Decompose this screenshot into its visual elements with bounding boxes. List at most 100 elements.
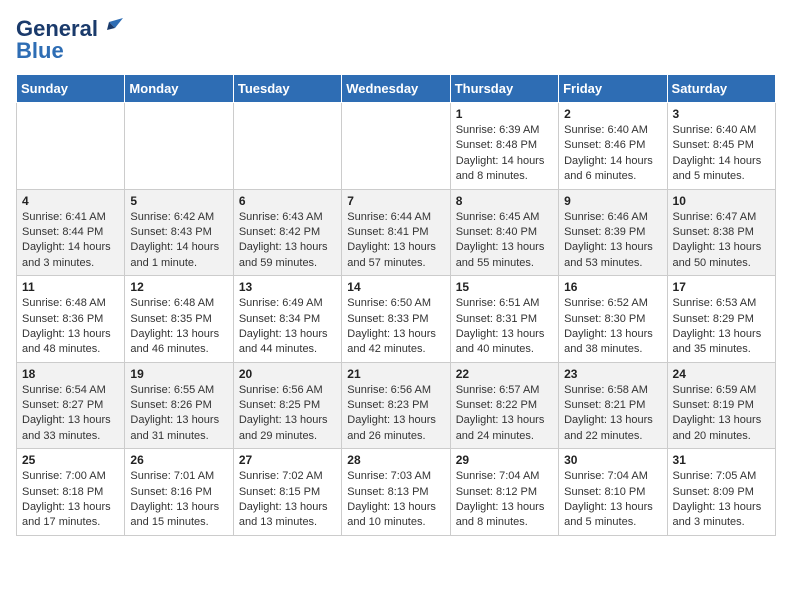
calendar-cell: 16 Sunrise: 6:52 AMSunset: 8:30 PMDayligh…: [559, 276, 667, 363]
day-number: 26: [130, 453, 227, 467]
calendar-cell: 9 Sunrise: 6:46 AMSunset: 8:39 PMDaylight…: [559, 189, 667, 276]
calendar-cell: 23 Sunrise: 6:58 AMSunset: 8:21 PMDayligh…: [559, 362, 667, 449]
calendar-cell: 17 Sunrise: 6:53 AMSunset: 8:29 PMDayligh…: [667, 276, 775, 363]
calendar-week-row: 25 Sunrise: 7:00 AMSunset: 8:18 PMDayligh…: [17, 449, 776, 536]
logo-bird-icon: [101, 16, 123, 38]
calendar-week-row: 18Sunrise: 6:54 AMSunset: 8:27 PMDayligh…: [17, 362, 776, 449]
day-number: 9: [564, 194, 661, 208]
day-info: Sunrise: 6:55 AMSunset: 8:26 PMDaylight:…: [130, 383, 227, 445]
calendar-cell: 29 Sunrise: 7:04 AMSunset: 8:12 PMDayligh…: [450, 449, 558, 536]
day-number: 19: [130, 367, 227, 381]
day-number: 21: [347, 367, 444, 381]
day-info: Sunrise: 6:42 AMSunset: 8:43 PMDaylight:…: [130, 210, 227, 272]
calendar-cell: 14 Sunrise: 6:50 AMSunset: 8:33 PMDayligh…: [342, 276, 450, 363]
day-number: 5: [130, 194, 227, 208]
calendar-header-row: SundayMondayTuesdayWednesdayThursdayFrid…: [17, 75, 776, 103]
calendar-cell: 7 Sunrise: 6:44 AMSunset: 8:41 PMDaylight…: [342, 189, 450, 276]
day-number: 15: [456, 280, 553, 294]
day-info: Sunrise: 7:03 AMSunset: 8:13 PMDaylight:…: [347, 469, 444, 531]
day-number: 30: [564, 453, 661, 467]
calendar-cell: [233, 103, 341, 190]
day-of-week-header: Saturday: [667, 75, 775, 103]
day-info: Sunrise: 6:44 AMSunset: 8:41 PMDaylight:…: [347, 210, 444, 272]
day-number: 17: [673, 280, 770, 294]
calendar-cell: 2 Sunrise: 6:40 AMSunset: 8:46 PMDaylight…: [559, 103, 667, 190]
day-number: 31: [673, 453, 770, 467]
calendar-cell: 28 Sunrise: 7:03 AMSunset: 8:13 PMDayligh…: [342, 449, 450, 536]
day-info: Sunrise: 6:39 AMSunset: 8:48 PMDaylight:…: [456, 123, 553, 185]
calendar-cell: 11Sunrise: 6:48 AMSunset: 8:36 PMDayligh…: [17, 276, 125, 363]
day-number: 18: [22, 367, 119, 381]
day-info: Sunrise: 7:04 AMSunset: 8:10 PMDaylight:…: [564, 469, 661, 531]
day-number: 25: [22, 453, 119, 467]
day-info: Sunrise: 6:59 AMSunset: 8:19 PMDaylight:…: [673, 383, 770, 445]
day-of-week-header: Sunday: [17, 75, 125, 103]
calendar-week-row: 1Sunrise: 6:39 AMSunset: 8:48 PMDaylight…: [17, 103, 776, 190]
calendar-cell: 15 Sunrise: 6:51 AMSunset: 8:31 PMDayligh…: [450, 276, 558, 363]
day-info: Sunrise: 6:53 AMSunset: 8:29 PMDaylight:…: [673, 296, 770, 358]
day-number: 22: [456, 367, 553, 381]
calendar-cell: 12 Sunrise: 6:48 AMSunset: 8:35 PMDayligh…: [125, 276, 233, 363]
day-number: 20: [239, 367, 336, 381]
calendar-cell: [125, 103, 233, 190]
day-number: 27: [239, 453, 336, 467]
logo: General Blue: [16, 16, 123, 64]
day-info: Sunrise: 6:58 AMSunset: 8:21 PMDaylight:…: [564, 383, 661, 445]
day-number: 16: [564, 280, 661, 294]
day-number: 28: [347, 453, 444, 467]
calendar-table: SundayMondayTuesdayWednesdayThursdayFrid…: [16, 74, 776, 536]
calendar-cell: 6Sunrise: 6:43 AMSunset: 8:42 PMDaylight…: [233, 189, 341, 276]
day-info: Sunrise: 6:46 AMSunset: 8:39 PMDaylight:…: [564, 210, 661, 272]
day-info: Sunrise: 7:04 AMSunset: 8:12 PMDaylight:…: [456, 469, 553, 531]
day-number: 12: [130, 280, 227, 294]
day-info: Sunrise: 6:51 AMSunset: 8:31 PMDaylight:…: [456, 296, 553, 358]
day-info: Sunrise: 6:48 AMSunset: 8:35 PMDaylight:…: [130, 296, 227, 358]
day-of-week-header: Tuesday: [233, 75, 341, 103]
calendar-cell: 18Sunrise: 6:54 AMSunset: 8:27 PMDayligh…: [17, 362, 125, 449]
calendar-cell: 20 Sunrise: 6:56 AMSunset: 8:25 PMDayligh…: [233, 362, 341, 449]
day-of-week-header: Friday: [559, 75, 667, 103]
day-number: 29: [456, 453, 553, 467]
day-number: 13: [239, 280, 336, 294]
day-info: Sunrise: 7:00 AMSunset: 8:18 PMDaylight:…: [22, 469, 119, 531]
day-number: 14: [347, 280, 444, 294]
calendar-cell: 5 Sunrise: 6:42 AMSunset: 8:43 PMDaylight…: [125, 189, 233, 276]
calendar-cell: 22 Sunrise: 6:57 AMSunset: 8:22 PMDayligh…: [450, 362, 558, 449]
calendar-cell: 1Sunrise: 6:39 AMSunset: 8:48 PMDaylight…: [450, 103, 558, 190]
calendar-cell: 24Sunrise: 6:59 AMSunset: 8:19 PMDayligh…: [667, 362, 775, 449]
day-info: Sunrise: 6:49 AMSunset: 8:34 PMDaylight:…: [239, 296, 336, 358]
day-of-week-header: Thursday: [450, 75, 558, 103]
day-info: Sunrise: 6:56 AMSunset: 8:25 PMDaylight:…: [239, 383, 336, 445]
day-number: 3: [673, 107, 770, 121]
day-of-week-header: Monday: [125, 75, 233, 103]
calendar-cell: 8 Sunrise: 6:45 AMSunset: 8:40 PMDaylight…: [450, 189, 558, 276]
day-info: Sunrise: 6:56 AMSunset: 8:23 PMDaylight:…: [347, 383, 444, 445]
day-info: Sunrise: 6:50 AMSunset: 8:33 PMDaylight:…: [347, 296, 444, 358]
day-number: 11: [22, 280, 119, 294]
day-info: Sunrise: 6:40 AMSunset: 8:46 PMDaylight:…: [564, 123, 661, 185]
day-info: Sunrise: 6:40 AMSunset: 8:45 PMDaylight:…: [673, 123, 770, 185]
day-number: 8: [456, 194, 553, 208]
day-info: Sunrise: 6:52 AMSunset: 8:30 PMDaylight:…: [564, 296, 661, 358]
page-header: General Blue: [16, 16, 776, 64]
calendar-cell: 25 Sunrise: 7:00 AMSunset: 8:18 PMDayligh…: [17, 449, 125, 536]
calendar-week-row: 11Sunrise: 6:48 AMSunset: 8:36 PMDayligh…: [17, 276, 776, 363]
calendar-cell: [17, 103, 125, 190]
day-info: Sunrise: 6:57 AMSunset: 8:22 PMDaylight:…: [456, 383, 553, 445]
calendar-cell: 10Sunrise: 6:47 AMSunset: 8:38 PMDayligh…: [667, 189, 775, 276]
calendar-cell: 19 Sunrise: 6:55 AMSunset: 8:26 PMDayligh…: [125, 362, 233, 449]
calendar-week-row: 4Sunrise: 6:41 AMSunset: 8:44 PMDaylight…: [17, 189, 776, 276]
logo-blue: Blue: [16, 38, 64, 64]
day-number: 7: [347, 194, 444, 208]
calendar-cell: 21 Sunrise: 6:56 AMSunset: 8:23 PMDayligh…: [342, 362, 450, 449]
calendar-cell: 30 Sunrise: 7:04 AMSunset: 8:10 PMDayligh…: [559, 449, 667, 536]
calendar-cell: 31Sunrise: 7:05 AMSunset: 8:09 PMDayligh…: [667, 449, 775, 536]
calendar-cell: 27Sunrise: 7:02 AMSunset: 8:15 PMDayligh…: [233, 449, 341, 536]
calendar-cell: 13 Sunrise: 6:49 AMSunset: 8:34 PMDayligh…: [233, 276, 341, 363]
day-info: Sunrise: 6:43 AMSunset: 8:42 PMDaylight:…: [239, 210, 336, 272]
day-number: 2: [564, 107, 661, 121]
day-number: 23: [564, 367, 661, 381]
calendar-cell: 4Sunrise: 6:41 AMSunset: 8:44 PMDaylight…: [17, 189, 125, 276]
day-info: Sunrise: 6:45 AMSunset: 8:40 PMDaylight:…: [456, 210, 553, 272]
day-number: 10: [673, 194, 770, 208]
